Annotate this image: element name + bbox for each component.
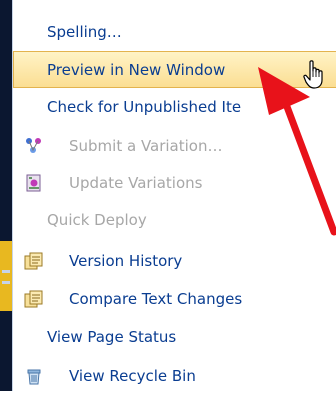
menu-item-label: View Recycle Bin xyxy=(69,366,196,385)
menu-item-view-recycle-bin[interactable]: View Recycle Bin xyxy=(13,357,336,394)
menu-item-submit-variation: Submit a Variation… xyxy=(13,127,336,164)
menu-item-label: Version History xyxy=(69,251,183,270)
left-edge-tick xyxy=(2,281,10,284)
menu-item-update-variations: Update Variations xyxy=(13,164,336,201)
menu-item-preview-in-new-window[interactable]: Preview in New Window xyxy=(13,51,336,88)
menu-item-spelling[interactable]: Spelling… xyxy=(13,13,336,50)
variation-icon xyxy=(23,135,45,157)
menu-item-check-unpublished[interactable]: Check for Unpublished Ite xyxy=(13,88,336,125)
recycle-bin-icon xyxy=(23,365,45,387)
context-menu: Spelling… Preview in New Window Check fo… xyxy=(12,0,336,391)
left-edge-yellow-block xyxy=(0,241,12,311)
left-edge-tick xyxy=(2,270,10,273)
menu-item-view-page-status[interactable]: View Page Status xyxy=(13,318,336,355)
menu-item-label: Check for Unpublished Ite xyxy=(47,97,242,116)
version-history-icon xyxy=(23,250,45,272)
hand-pointer-cursor-icon xyxy=(303,60,323,89)
update-variations-icon xyxy=(23,172,45,194)
menu-item-label: View Page Status xyxy=(47,327,177,346)
menu-item-version-history[interactable]: Version History xyxy=(13,242,336,279)
menu-item-label: Submit a Variation… xyxy=(69,136,223,155)
menu-item-label: Quick Deploy xyxy=(47,210,147,229)
compare-icon xyxy=(23,288,45,310)
menu-item-compare-text-changes[interactable]: Compare Text Changes xyxy=(13,280,336,317)
menu-item-label: Update Variations xyxy=(69,173,203,192)
menu-item-label: Preview in New Window xyxy=(47,60,226,79)
menu-item-label: Spelling… xyxy=(47,22,122,41)
left-page-edge xyxy=(0,0,12,391)
menu-item-label: Compare Text Changes xyxy=(69,289,243,308)
menu-item-quick-deploy: Quick Deploy xyxy=(13,201,336,238)
